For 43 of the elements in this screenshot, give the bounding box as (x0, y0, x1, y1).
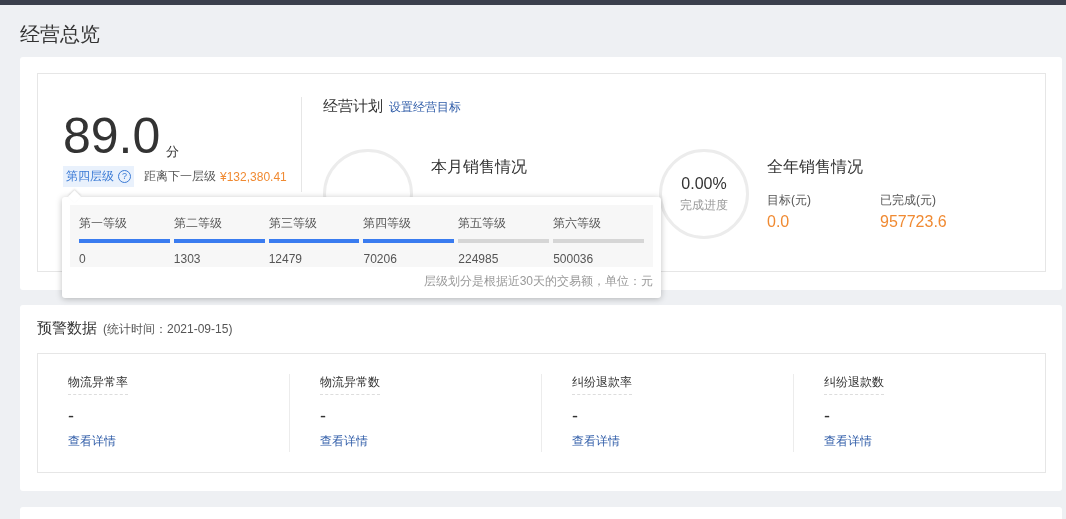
target-value: 0.0 (767, 213, 791, 231)
details-link[interactable]: 查看详情 (572, 433, 620, 450)
stat-date: (统计时间：2021-09-15) (103, 321, 233, 338)
metric-label: 纠纷退款率 (572, 374, 632, 395)
tier-name: 第三等级 (268, 215, 318, 232)
metric-label: 物流异常率 (68, 374, 128, 395)
tier-badge[interactable]: 第四层级 ? (63, 166, 134, 187)
progress-percent: 0.00% (681, 174, 727, 193)
tier-note: 层级划分是根据近30天的交易额，单位：元 (422, 273, 653, 290)
tier-threshold: 224985 (458, 252, 500, 266)
metric-value: - (824, 405, 830, 427)
tier-name: 第六等级 (553, 215, 603, 232)
next-tier-amount: ¥132,380.41 (220, 169, 287, 184)
tier-threshold: 70206 (363, 252, 398, 266)
completed-value: 957723.6 (880, 213, 948, 231)
set-goal-link[interactable]: 设置经营目标 (389, 99, 461, 116)
plan-title: 经营计划 (323, 97, 383, 116)
tier-threshold: 1303 (173, 252, 202, 266)
metric-value: - (572, 405, 578, 427)
target-label: 目标(元) (767, 192, 812, 209)
details-link[interactable]: 查看详情 (824, 433, 872, 450)
details-link[interactable]: 查看详情 (320, 433, 368, 450)
page-title: 经营总览 (20, 22, 101, 47)
details-link[interactable]: 查看详情 (68, 433, 116, 450)
metric-value: - (320, 405, 326, 427)
tier-threshold: 0 (79, 252, 87, 266)
tier-name: 第一等级 (79, 215, 128, 232)
tier-threshold: 12479 (268, 252, 304, 266)
sales-title: 全年销售情况 (767, 157, 864, 177)
metric-label: 纠纷退款数 (824, 374, 884, 395)
score-value: 89.0 (63, 112, 161, 160)
metric-label: 物流异常数 (320, 374, 380, 395)
progress-label: 完成进度 (680, 196, 728, 214)
metric-value: - (68, 405, 74, 427)
completed-label: 已完成(元) (880, 192, 937, 209)
sales-title: 本月销售情况 (431, 157, 527, 177)
tier-threshold: 500036 (553, 252, 595, 266)
score-unit: 分 (166, 144, 180, 160)
tier-name: 第四等级 (363, 215, 413, 232)
warning-title: 预警数据 (37, 319, 97, 338)
tier-name: 第二等级 (173, 215, 223, 232)
next-tier-label: 距离下一层级 (144, 168, 216, 185)
tier-name: 第五等级 (458, 215, 508, 232)
